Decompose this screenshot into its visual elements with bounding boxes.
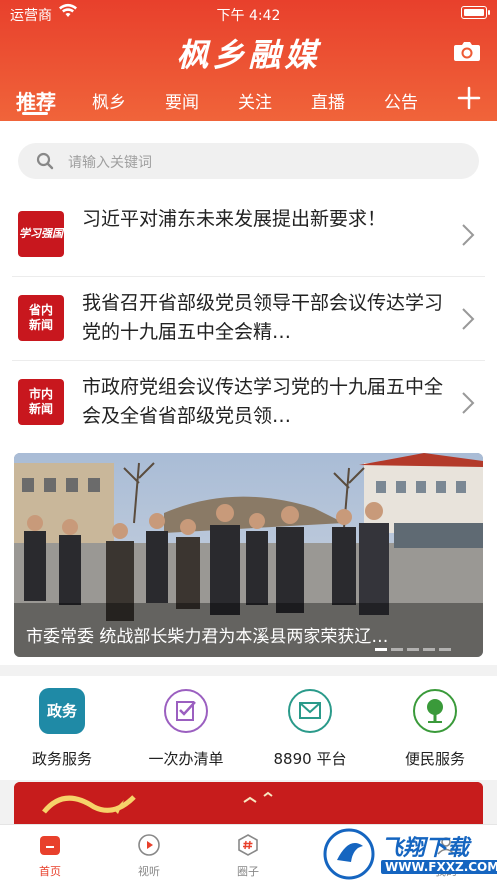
service-label: 便民服务: [404, 750, 465, 768]
tab-follow[interactable]: 关注: [238, 88, 272, 113]
app-title: 枫乡融媒: [176, 36, 321, 74]
tab-live[interactable]: 直播: [311, 88, 345, 113]
xuexi-logo: 学习强国: [18, 211, 64, 257]
nav-label: 首页: [39, 865, 61, 878]
nav-label: 圈子: [237, 865, 259, 878]
search-input[interactable]: 请输入关键词: [18, 143, 479, 179]
battery-icon: [461, 6, 490, 19]
tab-news[interactable]: 要闻: [165, 88, 199, 113]
watermark-title: 飞翔下载: [381, 836, 470, 861]
tab-fengxiang[interactable]: 枫乡: [92, 88, 126, 113]
search-icon: [36, 152, 54, 170]
checklist-icon: [164, 689, 208, 733]
category-tabs: 推荐 枫乡 要闻 关注 直播 公告: [0, 84, 497, 120]
tab-notice[interactable]: 公告: [384, 88, 418, 113]
tab-recommend[interactable]: 推荐: [16, 86, 56, 115]
search-placeholder: 请输入关键词: [68, 155, 152, 171]
city-news-logo: 市内新闻: [18, 379, 64, 425]
news-item[interactable]: 市内新闻 市政府党组会议传达学习党的十九届五中全会及全省省部级党员领…: [12, 361, 485, 445]
news-banner[interactable]: 市委常委 统战部长柴力君为本溪县两家荣获辽…: [14, 453, 483, 657]
status-bar: 运营商 下午 4:42: [0, 0, 497, 26]
camera-icon[interactable]: [453, 40, 481, 62]
mail-icon: [288, 689, 332, 733]
play-icon: [138, 834, 160, 856]
hashtag-icon: [238, 834, 258, 856]
news-item[interactable]: 学习强国 习近平对浦东未来发展提出新要求！: [12, 193, 485, 277]
nav-home[interactable]: 首页: [20, 833, 80, 879]
add-tab-icon[interactable]: [457, 86, 481, 110]
nav-label: 视听: [138, 865, 160, 878]
tree-icon: [413, 689, 457, 733]
service-government[interactable]: 政务 政务服务: [7, 688, 117, 769]
news-title: 市政府党组会议传达学习党的十九届五中全会及全省省部级党员领…: [82, 376, 444, 427]
app-header: 运营商 下午 4:42 枫乡融媒 推荐 枫乡 要闻 关注 直播 公告: [0, 0, 497, 121]
service-checklist[interactable]: 一次办清单: [131, 688, 241, 769]
chevron-right-icon: [462, 308, 475, 330]
home-icon: [40, 836, 60, 855]
news-logo-text: 市内新闻: [28, 387, 53, 416]
promo-banner[interactable]: [14, 782, 483, 824]
chevron-right-icon: [462, 224, 475, 246]
carousel-indicator: [375, 648, 451, 651]
government-badge-text: 政务: [46, 702, 77, 720]
chevron-right-icon: [462, 392, 475, 414]
services-grid: 政务 政务服务 一次办清单 8890 平台 便民服务: [0, 676, 497, 780]
government-affairs-icon: 政务: [39, 688, 85, 734]
download-site-watermark: 飞翔下载 WWW.FXXZ.COM: [321, 824, 497, 883]
status-time: 下午 4:42: [216, 8, 281, 24]
service-label: 8890 平台: [273, 750, 347, 768]
news-title: 我省召开省部级党员领导干部会议传达学习党的十九届五中全会精…: [82, 292, 444, 343]
active-tab-indicator: [22, 112, 48, 115]
watermark-logo: [323, 828, 375, 880]
promo-art: [14, 782, 483, 824]
news-title: 习近平对浦东未来发展提出新要求！: [82, 208, 387, 230]
main-content: 请输入关键词 学习强国 习近平对浦东未来发展提出新要求！ 省内新闻 我省召开省部…: [0, 121, 497, 665]
nav-circle[interactable]: 圈子: [218, 833, 278, 879]
watermark-url: WWW.FXXZ.COM: [381, 860, 497, 874]
news-item[interactable]: 省内新闻 我省召开省部级党员领导干部会议传达学习党的十九届五中全会精…: [12, 277, 485, 361]
news-logo-text: 省内新闻: [28, 303, 53, 332]
nav-video[interactable]: 视听: [119, 833, 179, 879]
provincial-news-logo: 省内新闻: [18, 295, 64, 341]
news-logo-text: 学习强国: [19, 227, 63, 240]
banner-caption: 市委常委 统战部长柴力君为本溪县两家荣获辽…: [26, 627, 389, 647]
service-label: 一次办清单: [148, 750, 224, 768]
service-label: 政务服务: [31, 750, 92, 768]
service-convenience[interactable]: 便民服务: [380, 688, 490, 769]
service-8890[interactable]: 8890 平台: [255, 688, 365, 769]
